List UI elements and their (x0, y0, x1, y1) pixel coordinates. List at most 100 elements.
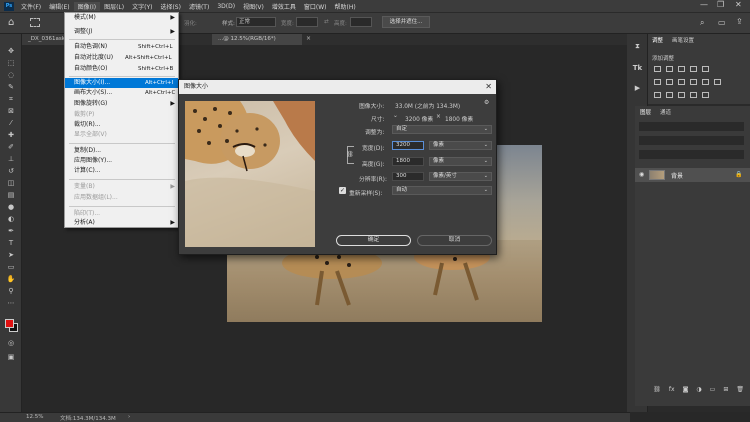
zoom-level[interactable]: 12.5% (26, 414, 43, 420)
width-input[interactable] (296, 17, 318, 27)
menu-item-apply-image[interactable]: 应用图像(Y)... (65, 156, 178, 166)
blur-tool-icon[interactable]: ● (5, 202, 17, 212)
menu-item-image-size[interactable]: 图像大小(I)... Alt+Ctrl+I (65, 78, 178, 88)
lock-options[interactable] (639, 150, 744, 159)
history-brush-icon[interactable]: ↺ (5, 166, 17, 176)
new-adjustment-icon[interactable]: ◑ (696, 386, 701, 393)
width-unit-select[interactable]: 像素 ⌄ (429, 141, 492, 150)
menu-item-auto-tone[interactable]: 自动色调(N) Shift+Ctrl+L (65, 42, 178, 52)
photo-filter-icon[interactable] (690, 79, 697, 85)
menu-item-canvas-size[interactable]: 画布大小(S)... Alt+Ctrl+C (65, 88, 178, 98)
quick-mask-icon[interactable]: ◎ (5, 338, 17, 348)
menu-filter[interactable]: 滤镜(T) (185, 2, 213, 11)
layer-filter-bar[interactable] (639, 122, 744, 131)
dialog-close-icon[interactable]: ✕ (485, 80, 492, 94)
close-window-button[interactable]: ✕ (735, 0, 742, 9)
menu-file[interactable]: 文件(F) (17, 2, 45, 11)
character-panel-icon[interactable]: Tk (632, 64, 643, 74)
quick-select-icon[interactable]: ✎ (5, 82, 17, 92)
hue-adjust-icon[interactable] (654, 79, 661, 85)
tab-close-icon[interactable]: × (306, 35, 311, 42)
new-layer-icon[interactable]: ⊞ (723, 386, 728, 393)
link-proportions-icon[interactable]: ⛓ (346, 151, 354, 158)
resolution-input[interactable]: 300 (392, 172, 424, 181)
color-balance-icon[interactable] (666, 79, 673, 85)
exposure-adjust-icon[interactable] (690, 66, 697, 72)
history-panel-icon[interactable]: ⧗ (632, 42, 643, 52)
menu-item-image-rotation[interactable]: 图像旋转(G) ▶ (65, 99, 178, 109)
visibility-eye-icon[interactable]: ◉ (639, 171, 644, 178)
style-select[interactable]: 正常 (236, 17, 276, 27)
height-input[interactable] (350, 17, 372, 27)
maximize-button[interactable]: ❐ (717, 0, 724, 9)
menu-item-trim[interactable]: 裁切(R)... (65, 120, 178, 130)
layer-name[interactable]: 背景 (671, 171, 683, 180)
dimensions-dropdown-icon[interactable]: ⌄ (393, 113, 398, 119)
menu-item-duplicate[interactable]: 复制(D)... (65, 146, 178, 156)
blend-mode-select[interactable] (639, 136, 744, 145)
clone-stamp-icon[interactable]: ⊥ (5, 154, 17, 164)
zoom-tool-icon[interactable]: ⚲ (5, 286, 17, 296)
document-tab-2[interactable]: ...@ 12.5%(RGB/16*) (212, 34, 302, 45)
fit-to-select[interactable]: 自定 ⌄ (392, 125, 492, 134)
image-preview[interactable] (185, 101, 315, 247)
workspace-icon[interactable]: ▭ (718, 18, 726, 27)
resolution-unit-select[interactable]: 像素/英寸 ⌄ (429, 172, 492, 181)
vibrance-adjust-icon[interactable] (702, 66, 709, 72)
crop-tool-icon[interactable]: ⌗ (5, 94, 17, 104)
menu-3d[interactable]: 3D(D) (213, 3, 239, 10)
screen-mode-icon[interactable]: ▣ (5, 352, 17, 362)
type-tool-icon[interactable]: T (5, 238, 17, 248)
height-input[interactable]: 1800 (392, 157, 424, 166)
width-input[interactable]: 3200 (392, 141, 424, 150)
menu-window[interactable]: 窗口(W) (300, 2, 331, 11)
menu-item-auto-contrast[interactable]: 自动对比度(U) Alt+Shift+Ctrl+L (65, 53, 178, 63)
resample-select[interactable]: 自动 ⌄ (392, 186, 492, 195)
color-lookup-icon[interactable] (714, 79, 721, 85)
layer-style-icon[interactable]: fx (669, 386, 675, 393)
tab-channels[interactable]: 通道 (660, 108, 671, 116)
menu-item-adjustments[interactable]: 调整(J) ▶ (65, 27, 178, 37)
height-unit-select[interactable]: 像素 ⌄ (429, 157, 492, 166)
menu-item-analysis[interactable]: 分析(A) ▶ (65, 218, 178, 228)
minimize-button[interactable]: — (700, 0, 708, 9)
curves-adjust-icon[interactable] (678, 66, 685, 72)
swap-icon[interactable]: ⇄ (324, 19, 329, 25)
menu-help[interactable]: 帮助(H) (331, 2, 360, 11)
brightness-adjust-icon[interactable] (654, 66, 661, 72)
tab-brush-settings[interactable]: 画笔设置 (672, 36, 694, 44)
bw-adjust-icon[interactable] (678, 79, 685, 85)
gradient-tool-icon[interactable]: ▤ (5, 190, 17, 200)
settings-gear-icon[interactable]: ⚙ (484, 100, 489, 106)
frame-tool-icon[interactable]: ⊠ (5, 106, 17, 116)
menu-layer[interactable]: 图层(L) (100, 2, 128, 11)
menu-edit[interactable]: 编辑(E) (45, 2, 73, 11)
shape-tool-icon[interactable]: ▭ (5, 262, 17, 272)
menu-item-auto-color[interactable]: 自动颜色(O) Shift+Ctrl+B (65, 64, 178, 74)
home-icon[interactable]: ⌂ (8, 17, 14, 28)
menu-type[interactable]: 文字(Y) (128, 2, 156, 11)
layer-mask-icon[interactable]: ◙ (683, 386, 689, 393)
tab-layers[interactable]: 图层 (640, 108, 651, 116)
levels-adjust-icon[interactable] (666, 66, 673, 72)
gradient-map-icon[interactable] (690, 92, 697, 98)
move-tool-icon[interactable]: ✥ (5, 46, 17, 56)
menu-item-calculations[interactable]: 计算(C)... (65, 166, 178, 176)
brush-tool-icon[interactable]: ✐ (5, 142, 17, 152)
healing-brush-icon[interactable]: ✚ (5, 130, 17, 140)
new-group-icon[interactable]: ▭ (710, 386, 716, 393)
marquee-tool-icon[interactable]: ⬚ (5, 58, 17, 68)
pen-tool-icon[interactable]: ✒ (5, 226, 17, 236)
menu-item-mode[interactable]: 模式(M) ▶ (65, 13, 178, 23)
layer-row-background[interactable]: ◉ 背景 🔒 (635, 168, 750, 182)
tab-adjustments[interactable]: 调整 (652, 36, 663, 44)
resample-checkbox[interactable]: ✓ (339, 187, 346, 194)
delete-layer-icon[interactable]: 🗑 (736, 386, 744, 393)
menu-plugins[interactable]: 增效工具 (268, 2, 300, 11)
path-select-icon[interactable]: ➤ (5, 250, 17, 260)
search-icon[interactable]: ⌕ (700, 18, 704, 28)
threshold-icon[interactable] (678, 92, 685, 98)
foreground-color-swatch[interactable] (5, 319, 14, 328)
channel-mixer-icon[interactable] (702, 79, 709, 85)
posterize-icon[interactable] (666, 92, 673, 98)
